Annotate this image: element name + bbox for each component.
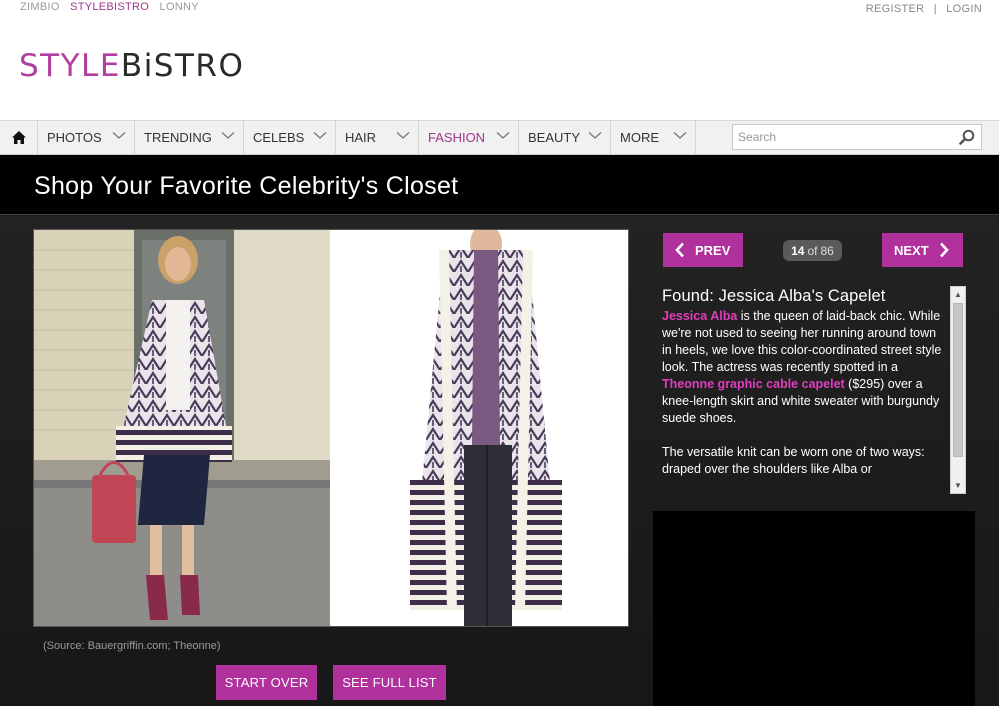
network-link-stylebistro[interactable]: STYLEBISTRO (70, 1, 149, 13)
chevron-down-icon (112, 132, 126, 139)
photo-source: (Source: Bauergriffin.com; Theonne) (43, 640, 221, 652)
network-link-zimbio[interactable]: ZIMBIO (20, 1, 60, 13)
counter-of: of (807, 243, 818, 258)
ad-placeholder (653, 511, 975, 706)
scroll-thumb[interactable] (953, 303, 963, 457)
photo-illustration (34, 230, 628, 626)
register-link[interactable]: REGISTER (866, 3, 925, 15)
network-link-lonny[interactable]: LONNY (160, 1, 199, 13)
chevron-down-icon (496, 132, 510, 139)
chevron-down-icon (396, 132, 410, 139)
next-button[interactable]: NEXT (882, 233, 963, 267)
slide-counter: 14 of 86 (783, 240, 842, 261)
nav-item-fashion[interactable]: FASHION (419, 121, 519, 154)
chevron-down-icon (313, 132, 327, 139)
celebrity-link[interactable]: Jessica Alba (662, 309, 737, 323)
prev-button[interactable]: PREV (663, 233, 743, 267)
page-title: Shop Your Favorite Celebrity's Closet (34, 172, 459, 200)
logo-part-bistro: BiSTRO (120, 48, 245, 84)
scroll-down-icon[interactable]: ▼ (954, 482, 962, 490)
nav-item-label: HAIR (345, 130, 377, 145)
nav-item-label: CELEBS (253, 130, 305, 145)
see-full-list-button[interactable]: SEE FULL LIST (333, 665, 446, 700)
next-label: NEXT (894, 242, 929, 258)
nav-item-label: FASHION (428, 130, 486, 145)
home-icon (11, 131, 26, 144)
product-link[interactable]: Theonne graphic cable capelet (662, 377, 845, 391)
chevron-left-icon (675, 242, 684, 258)
gallery-photo[interactable] (33, 229, 629, 627)
search-input[interactable] (733, 125, 948, 149)
site-header: ZIMBIO STYLEBISTRO LONNY REGISTER | LOGI… (0, 0, 999, 120)
story-paragraph-2: The versatile knit can be worn one of tw… (662, 445, 925, 476)
nav-item-label: TRENDING (144, 130, 212, 145)
nav-item-label: MORE (620, 130, 659, 145)
logo-part-style: STYLE (19, 48, 121, 84)
network-links: ZIMBIO STYLEBISTRO LONNY (20, 1, 206, 13)
total-slides: 86 (820, 243, 834, 258)
story-paragraph-1: Jessica Alba is the queen of laid-back c… (662, 308, 949, 427)
scroll-up-icon[interactable]: ▲ (954, 291, 962, 299)
chevron-right-icon (939, 242, 949, 258)
main-nav: PHOTOS TRENDING CELEBS HAIR FASHION BEAU… (0, 120, 999, 155)
login-link[interactable]: LOGIN (946, 3, 982, 15)
prev-label: PREV (695, 242, 731, 258)
search-box (732, 124, 982, 150)
chevron-down-icon (588, 132, 602, 139)
start-over-button[interactable]: START OVER (216, 665, 317, 700)
nav-item-beauty[interactable]: BEAUTY (519, 121, 611, 154)
nav-item-label: BEAUTY (528, 130, 581, 145)
nav-item-celebs[interactable]: CELEBS (244, 121, 336, 154)
nav-item-trending[interactable]: TRENDING (135, 121, 244, 154)
chevron-down-icon (673, 132, 687, 139)
story-headline: Found: Jessica Alba's Capelet (662, 287, 886, 305)
nav-item-label: PHOTOS (47, 130, 102, 145)
page-title-bar: Shop Your Favorite Celebrity's Closet (0, 155, 999, 215)
nav-item-more[interactable]: MORE (611, 121, 696, 154)
account-links: REGISTER | LOGIN (866, 3, 982, 15)
story-panel: Found: Jessica Alba's Capelet Jessica Al… (662, 287, 949, 494)
current-slide: 14 (791, 243, 805, 258)
chevron-down-icon (221, 132, 235, 139)
nav-item-photos[interactable]: PHOTOS (38, 121, 135, 154)
search-icon[interactable] (959, 129, 975, 145)
account-separator: | (933, 3, 937, 15)
home-button[interactable] (0, 121, 38, 154)
site-logo[interactable]: STYLEBiSTRO (19, 48, 244, 84)
story-scrollbar[interactable]: ▲ ▼ (950, 286, 966, 494)
nav-item-hair[interactable]: HAIR (336, 121, 419, 154)
